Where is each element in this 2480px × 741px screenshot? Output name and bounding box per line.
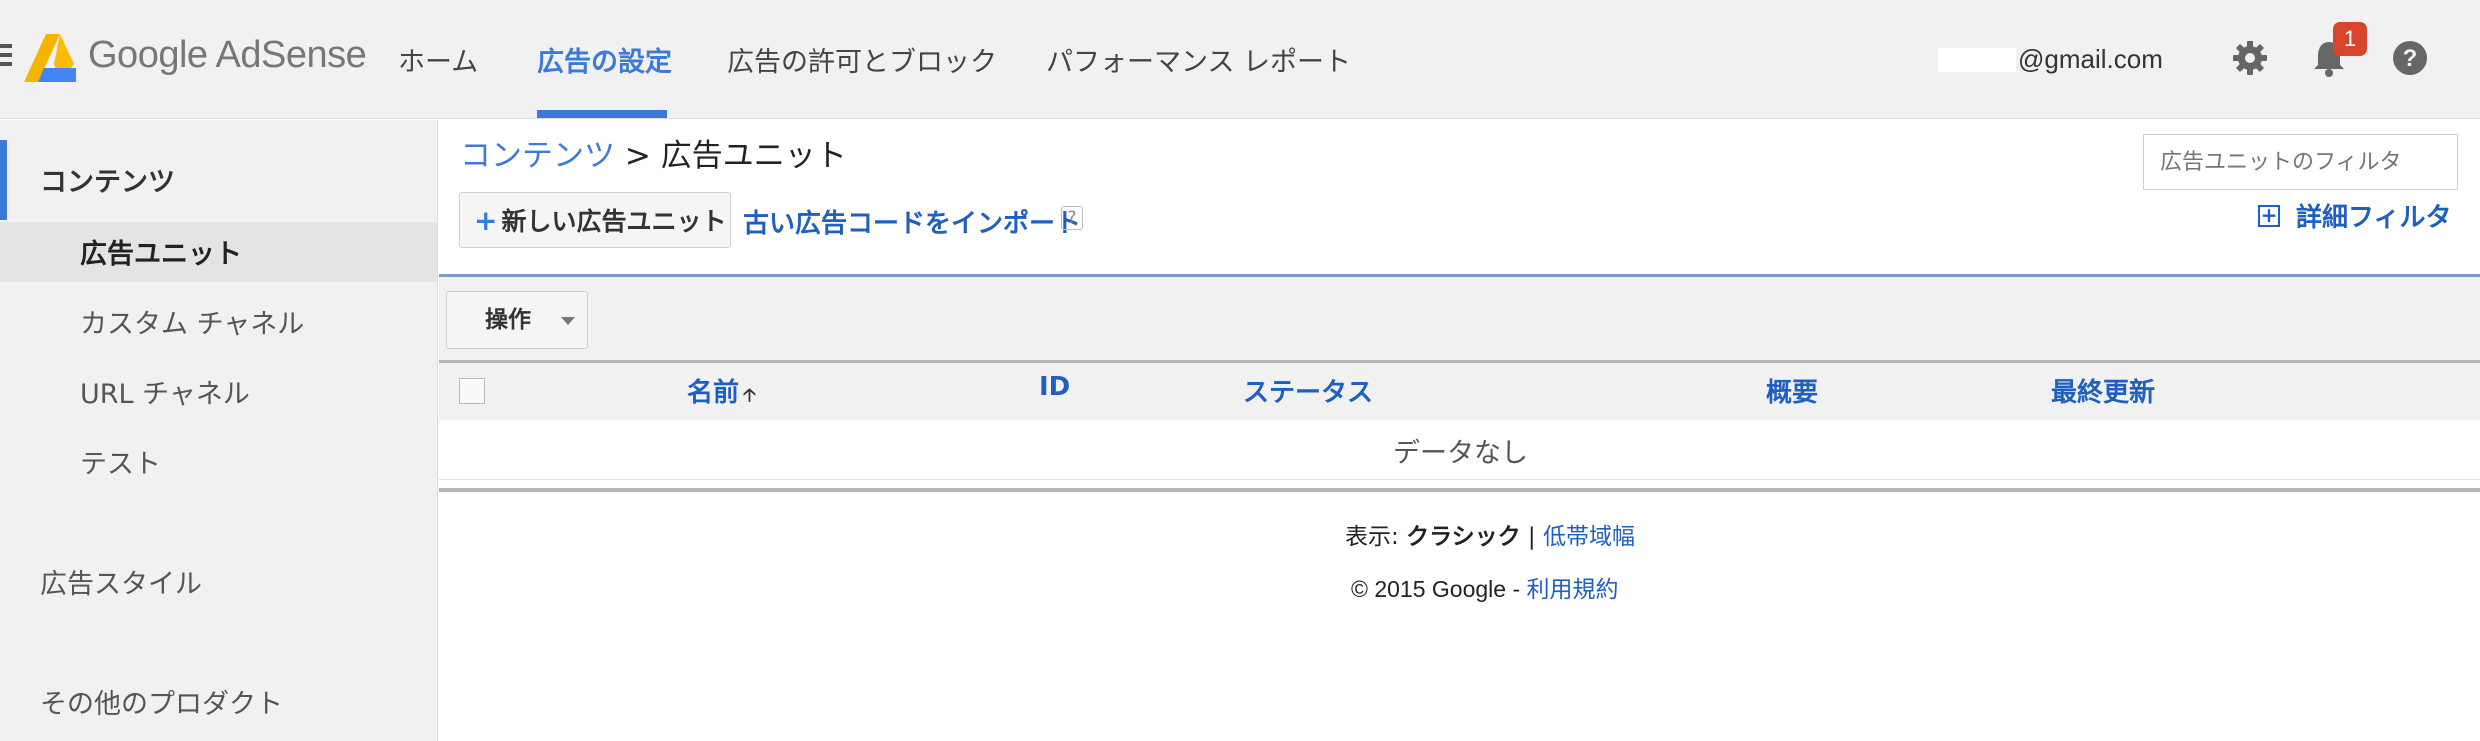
tab-ad-settings[interactable]: 広告の設定	[537, 40, 672, 79]
column-header-id[interactable]: ID	[1039, 372, 1070, 402]
sidebar-item-experiments[interactable]: テスト	[80, 442, 161, 481]
tab-performance-reports[interactable]: パフォーマンス レポート	[1046, 40, 1351, 79]
operations-dropdown[interactable]: 操作	[446, 291, 588, 349]
sort-ascending-icon: 🡡	[743, 385, 756, 406]
view-mode-separator: |	[1527, 524, 1536, 550]
sidebar-section-content[interactable]: コンテンツ	[40, 160, 175, 199]
column-header-status[interactable]: ステータス	[1243, 372, 1373, 409]
view-mode-label: 表示:	[1345, 524, 1399, 550]
column-header-name[interactable]: 名前 🡡	[687, 372, 756, 413]
empty-table-message: データなし	[1393, 438, 1528, 469]
help-tooltip-icon[interactable]: ?	[1061, 206, 1083, 230]
gear-icon[interactable]	[2230, 38, 2270, 78]
tab-home[interactable]: ホーム	[398, 40, 478, 79]
low-bandwidth-link[interactable]: 低帯域幅	[1543, 524, 1635, 550]
breadcrumb-current: 広告ユニット	[660, 138, 847, 174]
sidebar-item-other-products[interactable]: その他のプロダクト	[40, 682, 283, 721]
view-mode-switcher: 表示: クラシック | 低帯域幅	[1345, 517, 1635, 551]
column-header-last-updated[interactable]: 最終更新	[2051, 372, 2155, 409]
account-email[interactable]: @gmail.com	[2018, 44, 2163, 75]
menu-icon[interactable]	[0, 44, 12, 70]
ad-unit-filter-input[interactable]	[2143, 134, 2458, 190]
advanced-filter-label: 詳細フィルタ	[2296, 203, 2452, 233]
plus-icon: +	[474, 203, 498, 237]
sidebar-item-ad-styles[interactable]: 広告スタイル	[40, 562, 202, 601]
expand-plus-icon: +	[2258, 204, 2280, 227]
advanced-filter-link[interactable]: + 詳細フィルタ	[2258, 197, 2451, 234]
notification-badge[interactable]: 1	[2333, 22, 2367, 56]
breadcrumb-separator: >	[624, 138, 651, 174]
help-icon[interactable]: ?	[2390, 38, 2430, 78]
sidebar-item-url-channels[interactable]: URL チャネル	[80, 372, 250, 411]
new-ad-unit-button[interactable]: + 新しい広告ユニット	[459, 192, 731, 248]
footer-copyright: © 2015 Google - 利用規約	[1351, 570, 1619, 604]
select-all-checkbox[interactable]	[459, 378, 485, 404]
new-ad-unit-label: 新しい広告ユニット	[501, 207, 727, 236]
import-old-code-link[interactable]: 古い広告コードをインポート	[743, 203, 1081, 240]
table-bottom-border	[439, 488, 2480, 492]
active-tab-indicator	[537, 110, 667, 118]
operations-label: 操作	[485, 307, 531, 333]
tab-allow-block[interactable]: 広告の許可とブロック	[727, 40, 997, 79]
adsense-logo-icon[interactable]	[24, 34, 76, 82]
copyright-text: © 2015 Google -	[1351, 576, 1521, 602]
svg-text:?: ?	[2403, 45, 2418, 72]
column-header-summary[interactable]: 概要	[1766, 372, 1818, 409]
email-redaction	[1938, 48, 2016, 72]
column-name-label: 名前	[687, 378, 740, 408]
breadcrumb-parent-link[interactable]: コンテンツ	[460, 138, 615, 174]
sidebar: コンテンツ 広告ユニット カスタム チャネル URL チャネル テスト 広告スタ…	[0, 120, 438, 741]
terms-link[interactable]: 利用規約	[1527, 577, 1619, 603]
app-name[interactable]: Google AdSense	[88, 34, 367, 77]
breadcrumb: コンテンツ > 広告ユニット	[460, 130, 847, 175]
sidebar-item-ad-units[interactable]: 広告ユニット	[80, 232, 242, 271]
view-mode-current: クラシック	[1406, 524, 1521, 550]
top-header: Google AdSense ホーム 広告の設定 広告の許可とブロック パフォー…	[0, 0, 2480, 119]
sidebar-active-indicator	[0, 140, 7, 220]
sidebar-item-custom-channels[interactable]: カスタム チャネル	[80, 302, 304, 341]
table-toolbar	[439, 274, 2480, 360]
chevron-down-icon	[561, 317, 575, 325]
